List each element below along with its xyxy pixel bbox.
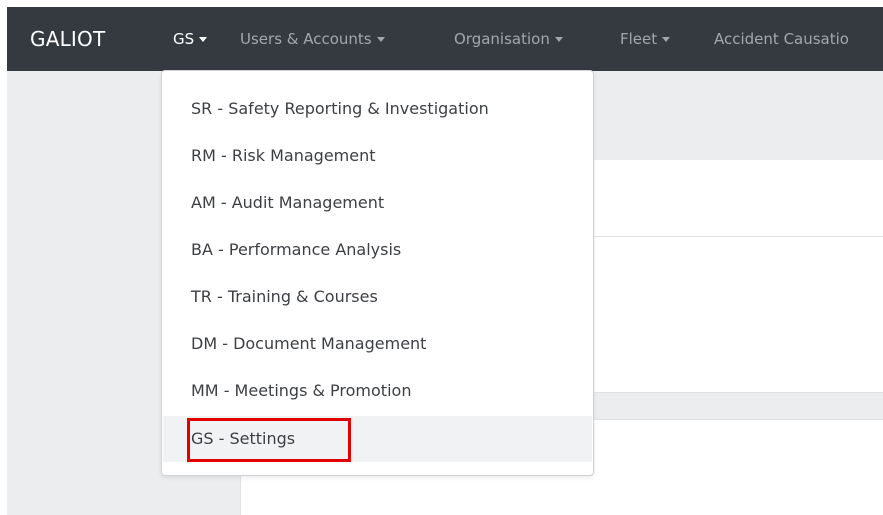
nav-fleet-dropdown[interactable]: Fleet	[620, 7, 671, 71]
menu-item-document-management[interactable]: DM - Document Management	[163, 321, 592, 367]
nav-organisation-dropdown[interactable]: Organisation	[454, 7, 563, 71]
top-navbar: GALIOT GS Users & Accounts Organisation …	[7, 7, 883, 71]
menu-item-safety-reporting[interactable]: SR - Safety Reporting & Investigation	[163, 86, 592, 132]
nav-item-label: Accident Causatio	[714, 30, 849, 48]
nav-item-label: GS	[173, 30, 195, 48]
menu-item-performance-analysis[interactable]: BA - Performance Analysis	[163, 227, 592, 273]
nav-item-label: Organisation	[454, 30, 550, 48]
caret-down-icon	[376, 37, 385, 42]
nav-accident-causation-dropdown[interactable]: Accident Causatio	[714, 7, 849, 71]
caret-down-icon	[554, 37, 563, 42]
gs-dropdown-menu: SR - Safety Reporting & Investigation RM…	[161, 70, 594, 476]
menu-item-training-courses[interactable]: TR - Training & Courses	[163, 274, 592, 320]
caret-down-icon	[662, 37, 671, 42]
menu-item-audit-management[interactable]: AM - Audit Management	[163, 180, 592, 226]
nav-users-accounts-dropdown[interactable]: Users & Accounts	[240, 7, 385, 71]
nav-gs-dropdown[interactable]: GS	[173, 7, 208, 71]
menu-item-risk-management[interactable]: RM - Risk Management	[163, 133, 592, 179]
brand-logo[interactable]: GALIOT	[30, 7, 105, 71]
nav-item-label: Fleet	[620, 30, 658, 48]
highlight-box	[187, 418, 351, 462]
nav-item-label: Users & Accounts	[240, 30, 372, 48]
menu-item-meetings-promotion[interactable]: MM - Meetings & Promotion	[163, 368, 592, 414]
caret-down-icon	[199, 37, 208, 42]
